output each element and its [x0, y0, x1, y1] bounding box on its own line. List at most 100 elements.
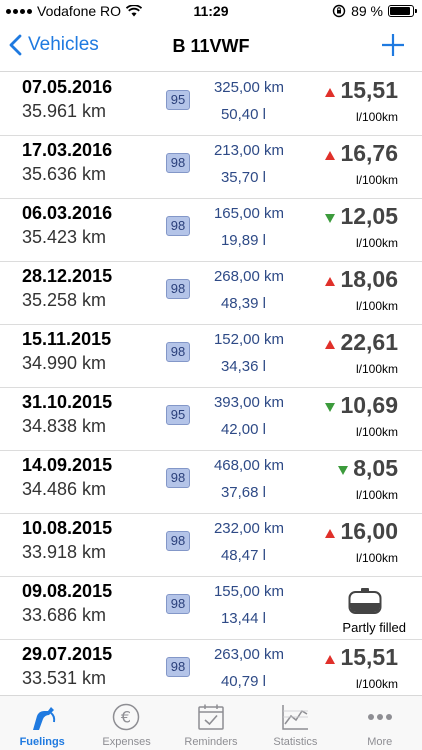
fueling-row[interactable]: 14.09.2015 34.486 km 98 468,00 km 37,68 … [0, 451, 422, 514]
trend-up-icon [325, 340, 335, 349]
more-dots-icon [367, 714, 392, 720]
fueling-row[interactable]: 07.05.2016 35.961 km 95 325,00 km 50,40 … [0, 73, 422, 136]
fueling-row[interactable]: 29.07.2015 33.531 km 98 263,00 km 40,79 … [0, 640, 422, 695]
fueling-volume: 42,00 l [220, 421, 266, 438]
fueling-row[interactable]: 31.10.2015 34.838 km 95 393,00 km 42,00 … [0, 388, 422, 451]
consumption-unit: l/100km [355, 362, 398, 376]
trend-up-icon [325, 655, 335, 664]
fueling-volume: 50,40 l [220, 106, 266, 123]
tab-statistics[interactable]: Statistics [253, 696, 337, 750]
fueling-odometer: 35.258 km [22, 290, 107, 310]
battery-icon [388, 5, 417, 17]
fuelings-list: 07.05.2016 35.961 km 95 325,00 km 50,40 … [0, 73, 422, 695]
fueling-row[interactable]: 09.08.2015 33.686 km 98 155,00 km 13,44 … [0, 577, 422, 640]
fueling-volume: 19,89 l [220, 232, 266, 249]
svg-text:€: € [121, 708, 131, 727]
tab-label: Reminders [184, 736, 238, 748]
fuel-pump-icon [33, 707, 56, 730]
fuel-consumption: 15,51 [340, 77, 398, 103]
tab-bar: Fuelings € Expenses Reminders Statistics [0, 695, 422, 750]
fuel-consumption: 12,05 [340, 203, 398, 229]
fueling-date: 06.03.2016 [22, 203, 113, 223]
battery-percent: 89 % [351, 3, 383, 19]
consumption-unit: l/100km [355, 299, 398, 313]
consumption-unit: l/100km [355, 677, 398, 691]
fuel-type-badge: 98 [166, 594, 190, 614]
fueling-date: 17.03.2016 [22, 140, 113, 160]
fuel-type-badge: 95 [166, 90, 190, 110]
fuel-type-badge: 98 [166, 468, 190, 488]
fuel-type-badge: 98 [166, 153, 190, 173]
fueling-volume: 48,47 l [220, 547, 266, 564]
fueling-odometer: 33.686 km [22, 605, 107, 625]
fueling-distance: 263,00 km [213, 646, 284, 663]
fueling-odometer: 33.918 km [22, 542, 107, 562]
calendar-check-icon [198, 704, 224, 730]
fueling-volume: 13,44 l [220, 610, 266, 627]
trend-down-icon [338, 466, 348, 475]
euro-icon: € [113, 703, 140, 731]
fueling-date: 10.08.2015 [22, 518, 113, 538]
trend-up-icon [325, 277, 335, 286]
fuel-type-badge: 98 [166, 531, 190, 551]
consumption-unit: l/100km [355, 110, 398, 124]
fuel-consumption: 15,51 [340, 644, 398, 670]
fueling-row[interactable]: 28.12.2015 35.258 km 98 268,00 km 48,39 … [0, 262, 422, 325]
fueling-date: 15.11.2015 [22, 329, 112, 349]
fueling-distance: 232,00 km [213, 520, 284, 537]
fuel-consumption: 22,61 [340, 329, 398, 355]
fueling-date: 29.07.2015 [22, 644, 113, 664]
consumption-unit: l/100km [355, 173, 398, 187]
tab-fuelings[interactable]: Fuelings [0, 696, 84, 750]
consumption-unit: l/100km [355, 236, 398, 250]
fueling-row[interactable]: 10.08.2015 33.918 km 98 232,00 km 48,47 … [0, 514, 422, 577]
fuel-tank-icon [348, 588, 382, 614]
fuel-type-badge: 98 [166, 216, 190, 236]
consumption-unit: l/100km [355, 425, 398, 439]
fuel-consumption: 16,76 [340, 140, 398, 166]
fuel-consumption: 10,69 [340, 392, 398, 418]
partly-filled-label: Partly filled [342, 620, 406, 635]
fueling-odometer: 35.636 km [22, 164, 107, 184]
trend-up-icon [325, 151, 335, 160]
status-bar: Vodafone RO 11:29 89 % [0, 0, 422, 22]
tab-label: Statistics [273, 736, 318, 748]
status-right: 89 % [332, 3, 417, 19]
tab-label: Expenses [102, 736, 151, 748]
fueling-odometer: 34.486 km [22, 479, 107, 499]
fuel-type-badge: 98 [166, 342, 190, 362]
tab-label: More [367, 736, 393, 748]
fuel-type-badge: 95 [166, 405, 190, 425]
fueling-date: 28.12.2015 [22, 266, 113, 286]
fueling-distance: 268,00 km [213, 268, 284, 285]
fueling-distance: 155,00 km [213, 583, 284, 600]
consumption-unit: l/100km [355, 488, 398, 502]
fueling-volume: 34,36 l [220, 358, 266, 375]
fueling-odometer: 34.838 km [22, 416, 107, 436]
tab-reminders[interactable]: Reminders [169, 696, 253, 750]
fueling-distance: 165,00 km [213, 205, 284, 222]
fueling-row[interactable]: 15.11.2015 34.990 km 98 152,00 km 34,36 … [0, 325, 422, 388]
fueling-odometer: 34.990 km [22, 353, 107, 373]
tab-label: Fuelings [19, 736, 65, 748]
fueling-row[interactable]: 06.03.2016 35.423 km 98 165,00 km 19,89 … [0, 199, 422, 262]
fueling-row[interactable]: 17.03.2016 35.636 km 98 213,00 km 35,70 … [0, 136, 422, 199]
fueling-distance: 325,00 km [213, 79, 284, 96]
plus-icon[interactable] [382, 32, 404, 58]
fueling-volume: 48,39 l [220, 295, 266, 312]
line-chart-icon [282, 705, 309, 730]
fuel-consumption: 18,06 [340, 266, 398, 292]
fueling-volume: 35,70 l [220, 169, 266, 186]
trend-down-icon [325, 214, 335, 223]
trend-up-icon [325, 529, 335, 538]
fueling-distance: 152,00 km [213, 331, 284, 348]
fueling-date: 31.10.2015 [22, 392, 113, 412]
trend-up-icon [325, 88, 335, 97]
fueling-distance: 468,00 km [213, 457, 284, 474]
battery-level [390, 7, 410, 15]
tab-more[interactable]: More [338, 696, 422, 750]
fueling-volume: 40,79 l [220, 673, 266, 690]
navigation-bar: Vehicles B 11VWF [0, 22, 422, 72]
tab-expenses[interactable]: € Expenses [84, 696, 168, 750]
fueling-distance: 393,00 km [213, 394, 284, 411]
